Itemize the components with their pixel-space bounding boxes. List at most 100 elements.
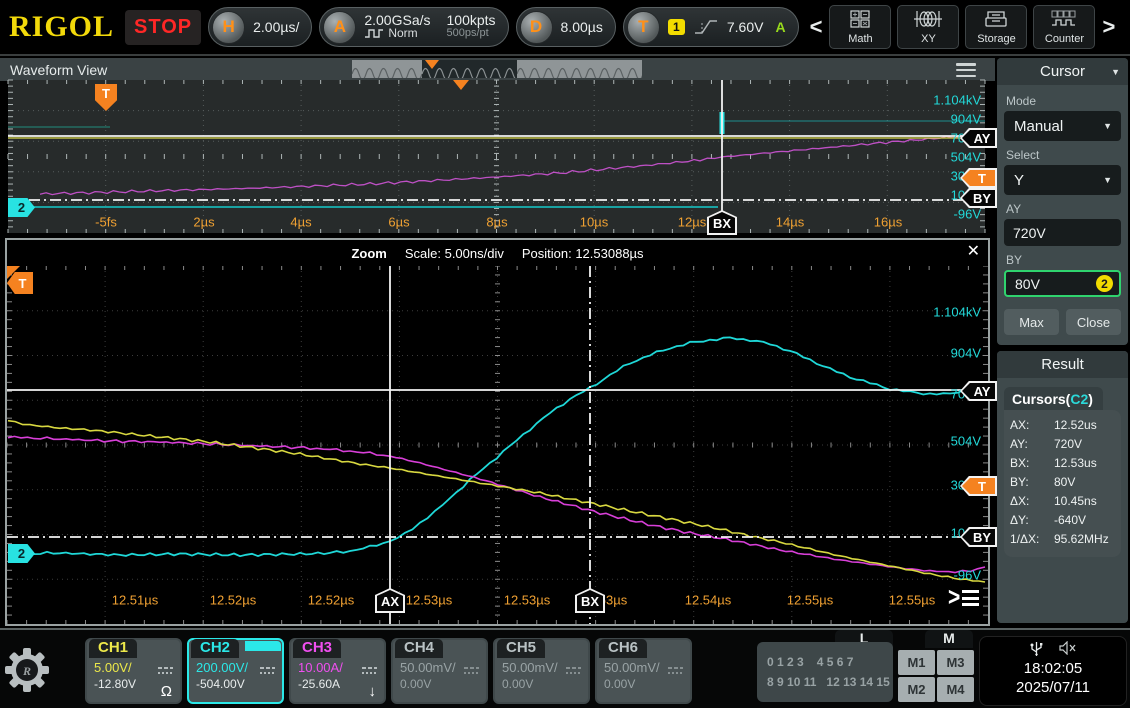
zoom-volt-label: -96V: [954, 568, 981, 583]
upper-time-label: 10µs: [580, 215, 608, 230]
channel-extra-symbol: Ω: [161, 683, 172, 700]
channel-card-ch2[interactable]: CH2200.00V/-504.00V: [187, 638, 284, 704]
zoom-volt-label: 504V: [951, 434, 981, 449]
result-value: 95.62MHz: [1054, 530, 1109, 549]
channel-offset: -12.80V: [94, 677, 136, 691]
upper-time-label: 16µs: [874, 215, 902, 230]
acquisition-settings-button[interactable]: A 2.00GSa/s Norm 100kpts 500ps/pt: [319, 7, 508, 47]
active-channel-strip: [245, 641, 281, 651]
channel-offset: 0.00V: [604, 677, 635, 691]
result-panel: Result Cursors(C2) AX:12.52usAY:720VBX:1…: [997, 351, 1128, 623]
math-button-m2[interactable]: M2: [898, 677, 935, 702]
trigger-settings-button[interactable]: T 1 7.60V A: [623, 7, 799, 47]
by-input[interactable]: 80V 2: [1004, 270, 1121, 297]
result-row: 1/ΔX:95.62MHz: [1010, 530, 1117, 549]
horizontal-knob-icon: H: [212, 11, 245, 44]
select-label: Select: [1006, 148, 1121, 162]
math-button-m1[interactable]: M1: [898, 650, 935, 675]
result-value: 10.45ns: [1054, 492, 1097, 511]
channel-card-ch6[interactable]: CH650.00mV/0.00V: [595, 638, 692, 704]
channel-offset: 0.00V: [502, 677, 533, 691]
math-button-m3[interactable]: M3: [937, 650, 974, 675]
logic-channels-button[interactable]: 0 1 2 3 4 5 6 7 8 9 10 11 12 13 14 15: [757, 642, 893, 702]
acquisition-knob-icon: A: [323, 11, 356, 44]
trigger-auto-flag: A: [775, 19, 785, 35]
channel-scale: 50.00mV/: [502, 660, 558, 675]
nav-tile-xy[interactable]: XY: [897, 5, 959, 49]
select-dropdown[interactable]: Y▼: [1004, 165, 1121, 195]
logic-row1a: 0 1 2 3: [767, 655, 804, 669]
channel-name: CH3: [293, 639, 341, 658]
trigger-knob-icon: T: [627, 11, 660, 44]
waveform-canvas: [0, 57, 995, 628]
zoom-time-label: 12.52µs: [210, 593, 257, 608]
channel-card-ch1[interactable]: CH15.00V/-12.80VΩ: [85, 638, 182, 704]
nav-tile-math[interactable]: Math: [829, 5, 891, 49]
zoom-time-label: 12.52µs: [308, 593, 355, 608]
result-row: AX:12.52us: [1010, 416, 1117, 435]
mode-dropdown[interactable]: Manual▼: [1004, 111, 1121, 141]
knob2-badge: 2: [1096, 275, 1113, 292]
delay-settings-button[interactable]: D 8.00µs: [516, 7, 616, 47]
dc-coupling-icon: [565, 662, 582, 680]
channel-card-ch5[interactable]: CH550.00mV/0.00V: [493, 638, 590, 704]
acquisition-mode: Norm: [388, 27, 417, 40]
max-button[interactable]: Max: [1004, 309, 1059, 335]
dc-coupling-icon: [463, 662, 480, 680]
zoom-context-menu-icon[interactable]: >: [948, 586, 979, 610]
channel-scale: 5.00V/: [94, 660, 132, 675]
ay-label: AY: [1006, 202, 1121, 216]
nav-tile-label: Counter: [1045, 33, 1084, 45]
logic-row1b: 4 5 6 7: [817, 655, 854, 669]
close-button[interactable]: Close: [1066, 309, 1121, 335]
delay-value: 8.00µs: [561, 19, 603, 35]
sample-resolution-value: 500ps/pt: [447, 27, 496, 40]
logic-row2b: 12 13 14 15: [826, 675, 889, 689]
dc-coupling-icon: [259, 662, 276, 680]
result-value: -640V: [1054, 511, 1086, 530]
counter-icon: [1050, 10, 1078, 31]
zoom-time-label: 12.51µs: [112, 593, 159, 608]
zoom-panel-header: Zoom Scale: 5.00ns/div Position: 12.5308…: [7, 240, 988, 266]
result-panel-header[interactable]: Result: [997, 351, 1128, 378]
result-value: 80V: [1054, 473, 1075, 492]
chevron-down-icon: ▼: [1111, 67, 1120, 77]
math-button-m4[interactable]: M4: [937, 677, 974, 702]
zoom-close-icon[interactable]: ✕: [967, 241, 980, 261]
upper-time-label: 2µs: [193, 215, 214, 230]
bottom-bar: R CH15.00V/-12.80VΩCH2200.00V/-504.00VCH…: [0, 628, 1130, 708]
nav-tile-counter[interactable]: Counter: [1033, 5, 1095, 49]
zoom-volt-label: 904V: [951, 346, 981, 361]
channel-card-ch3[interactable]: CH310.00A/-25.60A↓: [289, 638, 386, 704]
nav-tile-storage[interactable]: Storage: [965, 5, 1027, 49]
result-key: AX:: [1010, 416, 1054, 435]
result-row: ΔY:-640V: [1010, 511, 1117, 530]
upper-time-label: 14µs: [776, 215, 804, 230]
rigol-gear-logo[interactable]: R: [2, 634, 52, 706]
result-value: 720V: [1054, 435, 1082, 454]
ay-input[interactable]: 720V: [1004, 219, 1121, 246]
nav-tile-label: Storage: [977, 33, 1016, 45]
horizontal-settings-button[interactable]: H 2.00µs/: [208, 7, 312, 47]
result-key: 1/ΔX:: [1010, 530, 1054, 549]
result-row: BY:80V: [1010, 473, 1117, 492]
cursor-panel-header[interactable]: Cursor▼: [997, 58, 1128, 85]
channel-extra-symbol: ↓: [369, 683, 377, 700]
usb-icon: [1030, 641, 1043, 657]
dc-coupling-icon: [667, 662, 684, 680]
channel-offset: -504.00V: [196, 677, 245, 691]
zoom-position-label: Position: 12.53088µs: [522, 246, 644, 261]
nav-prev-button[interactable]: <: [808, 14, 825, 40]
cursors-result-card: Cursors(C2) AX:12.52usAY:720VBX:12.53usB…: [1004, 387, 1121, 557]
cursors-result-tab[interactable]: Cursors(C2): [1004, 387, 1103, 410]
result-key: ΔY:: [1010, 511, 1054, 530]
run-stop-button[interactable]: STOP: [125, 10, 201, 45]
nav-next-button[interactable]: >: [1100, 14, 1117, 40]
zoom-time-label: 12.54µs: [685, 593, 732, 608]
channel-card-ch4[interactable]: CH450.00mV/0.00V: [391, 638, 488, 704]
result-value: 12.52us: [1054, 416, 1097, 435]
channel-name: CH4: [395, 639, 443, 658]
channel-scale: 200.00V/: [196, 660, 248, 675]
zoom-scale-label: Scale: 5.00ns/div: [405, 246, 504, 261]
dc-coupling-icon: [361, 662, 378, 680]
